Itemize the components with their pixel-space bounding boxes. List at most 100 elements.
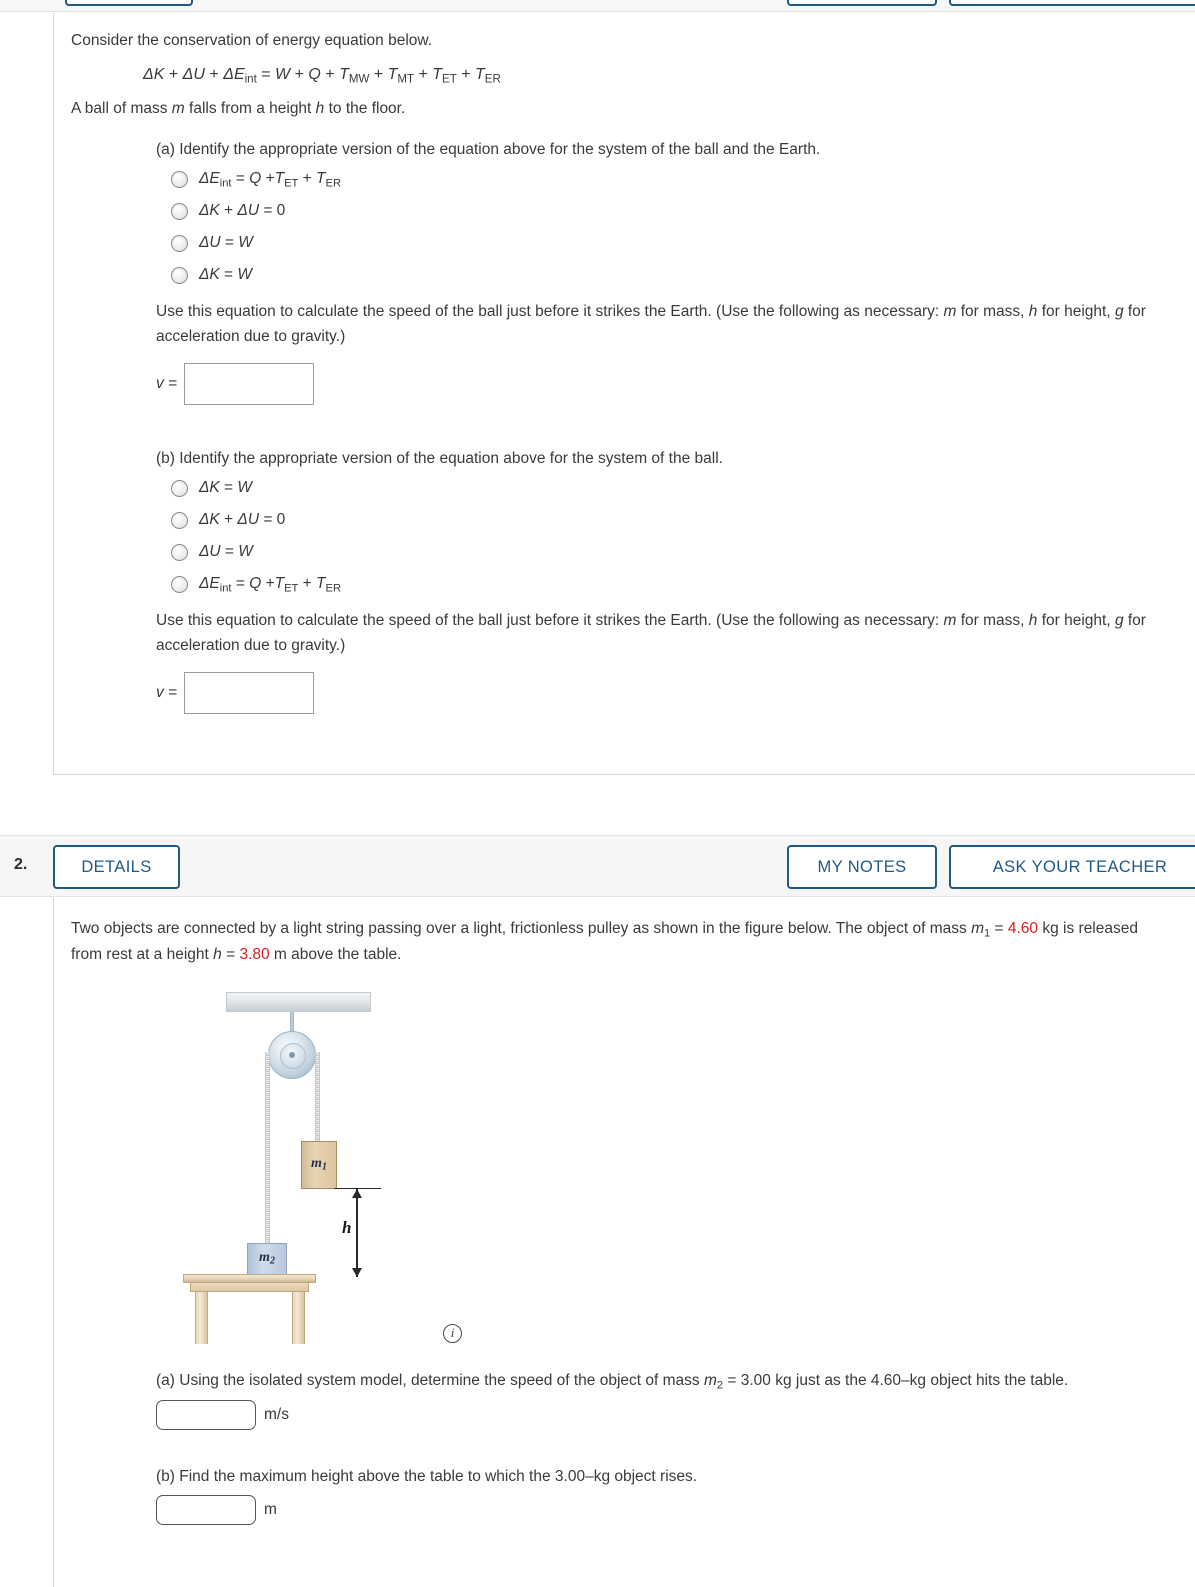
- q1-part-a-option-4[interactable]: ΔK = W: [156, 265, 1195, 287]
- block-m1-label: m1: [311, 1156, 327, 1173]
- stem-m1-symbol: m: [971, 920, 984, 937]
- q1-part-b-option-4[interactable]: ΔEint = Q +TET + TER: [156, 574, 1195, 596]
- stem-equals-1: =: [990, 920, 1008, 937]
- stem-height-value: 3.80: [239, 946, 270, 964]
- question2-header-bar: 2. DETAILS MY NOTES ASK YOUR TEACHER: [0, 835, 1195, 897]
- option-label: ΔEint = Q +TET + TER: [199, 574, 342, 595]
- radio-button-icon[interactable]: [171, 234, 188, 252]
- q2a-m2-symbol: m: [703, 1371, 717, 1389]
- radio-button-icon[interactable]: [171, 511, 188, 529]
- string-right-segment: [315, 1051, 320, 1141]
- option-label: ΔK = W: [199, 478, 253, 496]
- q1-part-a-answer-row: v =: [156, 363, 1195, 406]
- eq-plus-3: +: [294, 65, 304, 83]
- stem-equals-2: =: [221, 946, 240, 964]
- q1-part-a-options: ΔEint = Q +TET + TER ΔK + ΔU = 0 ΔU = W: [156, 169, 1195, 287]
- radio-button-icon[interactable]: [171, 543, 188, 561]
- eq-plus-4: +: [325, 65, 335, 83]
- eq-delta-e-subscript: int: [244, 73, 257, 86]
- q1-intro-text: Consider the conservation of energy equa…: [71, 32, 433, 49]
- q1-part-a-prompt: (a) Identify the appropriate version of …: [156, 141, 821, 159]
- q1-part-b-option-3[interactable]: ΔU = W: [156, 542, 1195, 564]
- q1-part-a-instruction: Use this equation to calculate the speed…: [156, 302, 1146, 346]
- option-label: ΔK = W: [199, 265, 253, 283]
- eq-t-mw: T: [339, 65, 349, 83]
- stem-mass-value: 4.60: [1007, 920, 1039, 937]
- details-button-q1-cropped[interactable]: [65, 0, 193, 6]
- setup-pre: A ball of mass: [71, 100, 172, 118]
- q1-part-b-answer-input[interactable]: [184, 672, 315, 715]
- setup-height-symbol: h: [315, 100, 325, 118]
- table-leg-right: [292, 1291, 305, 1344]
- q2-part-a-answer-row: m/s: [156, 1399, 1195, 1430]
- q2-stem-text: Two objects are connected by a light str…: [71, 916, 1146, 968]
- stem-part-1: Two objects are connected by a light str…: [71, 920, 972, 937]
- q2-part-a: (a) Using the isolated system model, det…: [156, 1368, 1195, 1430]
- ceiling-bracket: [226, 991, 371, 1012]
- setup-post: to the floor.: [324, 100, 406, 118]
- eq-t-mw-subscript: MW: [348, 73, 370, 86]
- ask-your-teacher-button-q1-cropped[interactable]: [949, 0, 1195, 6]
- eq-t-mt-subscript: MT: [397, 73, 415, 86]
- pulley-wheel-icon: [268, 1030, 316, 1079]
- question2-content-panel: Two objects are connected by a light str…: [53, 898, 1195, 1587]
- q2-part-a-unit: m/s: [264, 1405, 289, 1423]
- my-notes-button-q1-cropped[interactable]: [787, 0, 937, 6]
- string-left-segment: [265, 1051, 270, 1253]
- my-notes-button[interactable]: MY NOTES: [787, 845, 937, 889]
- q2-part-b: (b) Find the maximum height above the ta…: [156, 1464, 1195, 1526]
- q1-part-b-option-2[interactable]: ΔK + ΔU = 0: [156, 510, 1195, 532]
- eq-plus-6: +: [418, 65, 428, 83]
- setup-mass-symbol: m: [171, 100, 185, 118]
- q1-part-a-option-2[interactable]: ΔK + ΔU = 0: [156, 201, 1195, 223]
- q1-part-a-answer-input[interactable]: [184, 363, 315, 406]
- height-label: h: [342, 1217, 352, 1237]
- eq-delta-k: ΔK: [143, 65, 165, 83]
- q2-part-a-answer-input[interactable]: [156, 1399, 256, 1430]
- eq-t-er: T: [475, 65, 485, 83]
- q1-part-b-option-1[interactable]: ΔK = W: [156, 478, 1195, 500]
- radio-button-icon[interactable]: [171, 479, 188, 497]
- radio-button-icon[interactable]: [171, 202, 188, 220]
- q1-part-a-option-1[interactable]: ΔEint = Q +TET + TER: [156, 169, 1195, 191]
- q2-part-b-answer-row: m: [156, 1495, 1195, 1526]
- radio-button-icon[interactable]: [171, 575, 188, 593]
- stem-part-5: m above the table.: [269, 946, 402, 964]
- eq-plus-1: +: [168, 65, 179, 83]
- q1-part-b: (b) Identify the appropriate version of …: [156, 447, 1195, 715]
- height-dimension-arrow: [353, 1188, 361, 1277]
- option-label: ΔU = W: [199, 542, 253, 560]
- q2a-post: = 3.00 kg just as the 4.60–kg object hit…: [723, 1371, 1069, 1389]
- q1-part-b-instruction: Use this equation to calculate the speed…: [156, 611, 1146, 655]
- eq-q: Q: [308, 65, 321, 83]
- eq-plus-5: +: [373, 65, 384, 83]
- q2-part-b-unit: m: [264, 1501, 277, 1519]
- eq-delta-e: ΔE: [223, 65, 245, 83]
- table-surface: [183, 1273, 316, 1283]
- option-label: ΔEint = Q +TET + TER: [199, 169, 342, 190]
- q1-part-a: (a) Identify the appropriate version of …: [156, 138, 1195, 406]
- radio-button-icon[interactable]: [171, 266, 188, 284]
- ask-your-teacher-button[interactable]: ASK YOUR TEACHER: [949, 845, 1195, 889]
- info-icon[interactable]: i: [443, 1323, 462, 1343]
- eq-t-er-subscript: ER: [484, 73, 501, 86]
- q1-part-a-option-3[interactable]: ΔU = W: [156, 233, 1195, 255]
- q1-part-a-answer-label: v =: [156, 375, 178, 393]
- option-label: ΔK + ΔU = 0: [199, 510, 286, 528]
- option-label: ΔK + ΔU = 0: [199, 201, 286, 219]
- block-m2-label: m2: [259, 1250, 275, 1267]
- eq-t-et-subscript: ET: [442, 73, 457, 86]
- q1-conservation-equation: ΔK + ΔU + ΔEint = W + Q + TMW + TMT + TE…: [143, 64, 1195, 88]
- q2-part-a-text: (a) Using the isolated system model, det…: [156, 1368, 1195, 1394]
- details-button[interactable]: DETAILS: [53, 845, 180, 889]
- pulley-figure: m1 m2 h i: [179, 986, 479, 1356]
- block-mass-2: m2: [247, 1242, 287, 1275]
- block-mass-1: m1: [301, 1140, 337, 1189]
- question1-header-strip: [0, 0, 1195, 12]
- setup-mid: falls from a height: [184, 100, 316, 118]
- table-leg-left: [195, 1291, 208, 1344]
- stem-h-symbol: h: [213, 946, 222, 964]
- table-apron: [190, 1282, 309, 1292]
- q2-part-b-answer-input[interactable]: [156, 1495, 256, 1526]
- radio-button-icon[interactable]: [171, 170, 188, 188]
